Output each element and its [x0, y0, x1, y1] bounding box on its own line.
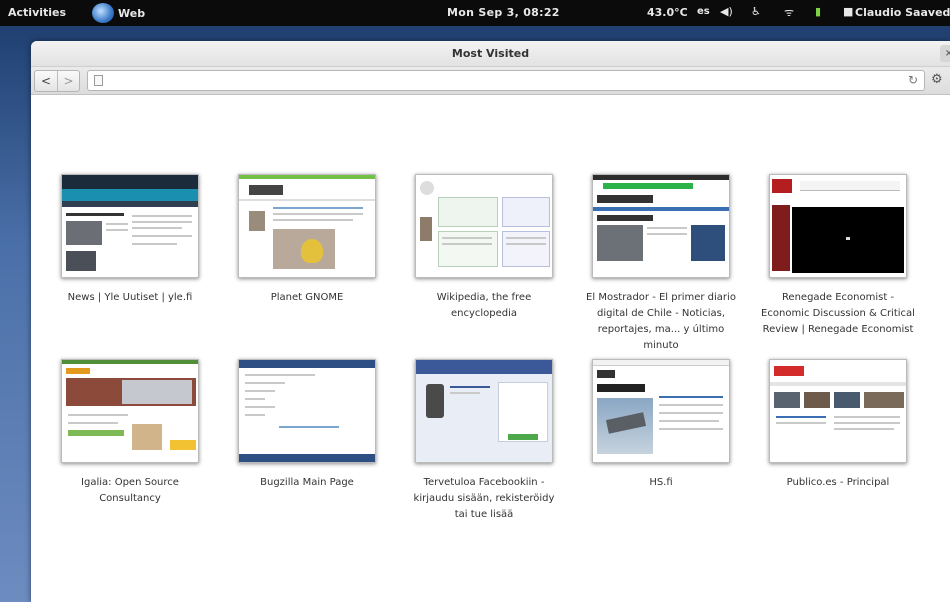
clock[interactable]: Mon Sep 3, 08:22 — [447, 6, 560, 19]
battery-icon[interactable]: ▮ — [815, 5, 821, 18]
tile-title: Igalia: Open Source Consultancy — [81, 477, 179, 504]
app-menu-label: Web — [118, 6, 146, 20]
tile-thumbnail — [415, 174, 553, 278]
volume-icon[interactable]: ◀) — [720, 5, 733, 18]
tile-title: Bugzilla Main Page — [260, 477, 354, 488]
back-button[interactable]: < — [35, 71, 57, 91]
web-browser-icon — [92, 3, 114, 23]
tile-thumbnail — [592, 174, 730, 278]
tile-title: El Mostrador - El primer diario digital … — [586, 292, 736, 351]
most-visited-grid: News | Yle Uutiset | yle.fi Planet GNOME — [31, 96, 950, 602]
page-icon — [94, 75, 103, 86]
most-visited-tile[interactable]: Bugzilla Main Page — [227, 359, 387, 491]
tile-title: Tervetuloa Facebookiin - kirjaudu sisään… — [413, 477, 555, 520]
window-title: Most Visited — [451, 47, 530, 60]
most-visited-tile[interactable]: News | Yle Uutiset | yle.fi — [50, 174, 210, 306]
navigation-buttons: < > — [34, 70, 80, 92]
gear-icon[interactable]: ⚙ — [931, 72, 943, 87]
browser-window: Most Visited × < > ↻ ⚙ News | Yle Uutise… — [31, 41, 950, 602]
tile-thumbnail — [769, 359, 907, 463]
url-input[interactable] — [110, 73, 890, 88]
window-titlebar: Most Visited × — [31, 41, 950, 67]
gnome-top-bar: Activities Web Mon Sep 3, 08:22 43.0°C e… — [0, 0, 950, 26]
user-menu[interactable]: Claudio Saavedra — [855, 6, 950, 19]
browser-toolbar: < > ↻ ⚙ — [31, 67, 950, 95]
chat-icon[interactable]: ■ — [843, 5, 853, 18]
tile-title: Planet GNOME — [270, 292, 344, 303]
tile-thumbnail — [61, 359, 199, 463]
most-visited-tile[interactable]: Wikipedia, the free encyclopedia — [404, 174, 564, 322]
tile-title: Wikipedia, the free encyclopedia — [436, 292, 532, 319]
tile-thumbnail — [238, 174, 376, 278]
tile-thumbnail — [769, 174, 907, 278]
tile-title: HS.fi — [649, 477, 673, 488]
app-menu[interactable]: Web — [92, 3, 145, 23]
tile-title: Renegade Economist - Economic Discussion… — [761, 292, 915, 335]
most-visited-tile[interactable]: Renegade Economist - Economic Discussion… — [758, 174, 918, 338]
most-visited-tile[interactable]: Publico.es - Principal — [758, 359, 918, 491]
most-visited-tile[interactable]: HS.fi — [581, 359, 741, 491]
tile-thumbnail — [592, 359, 730, 463]
most-visited-tile[interactable]: Igalia: Open Source Consultancy — [50, 359, 210, 507]
tile-thumbnail — [415, 359, 553, 463]
most-visited-tile[interactable]: Tervetuloa Facebookiin - kirjaudu sisään… — [404, 359, 564, 523]
temperature-indicator[interactable]: 43.0°C — [647, 6, 688, 19]
tile-title: Publico.es - Principal — [786, 477, 890, 488]
accessibility-icon[interactable]: ♿ — [751, 5, 761, 18]
activities-button[interactable]: Activities — [8, 6, 66, 19]
most-visited-tile[interactable]: El Mostrador - El primer diario digital … — [581, 174, 741, 354]
tile-thumbnail — [238, 359, 376, 463]
reload-icon[interactable]: ↻ — [908, 73, 918, 87]
close-window-button[interactable]: × — [940, 45, 950, 62]
keyboard-layout-indicator[interactable]: es — [697, 6, 710, 17]
tile-thumbnail — [61, 174, 199, 278]
wifi-icon[interactable]: ᯤ — [784, 5, 794, 20]
tile-title: News | Yle Uutiset | yle.fi — [67, 292, 193, 303]
most-visited-tile[interactable]: Planet GNOME — [227, 174, 387, 306]
address-bar[interactable]: ↻ — [87, 70, 925, 91]
forward-button[interactable]: > — [57, 71, 79, 91]
